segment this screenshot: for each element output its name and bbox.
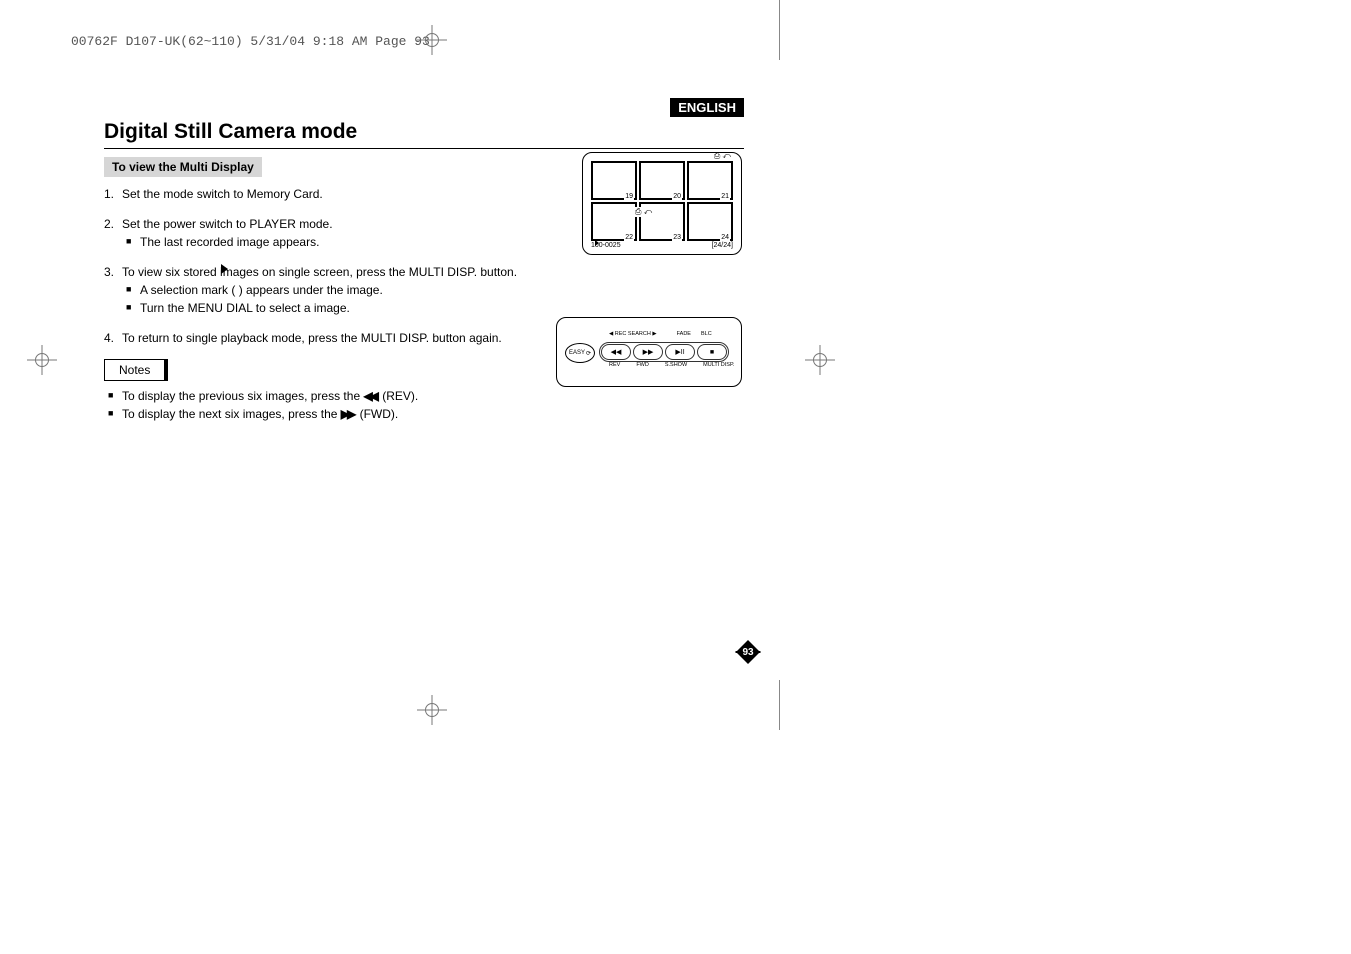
fold-mark [779,0,780,60]
selection-mark-icon [221,260,228,278]
language-badge: ENGLISH [670,98,744,117]
selection-indicator-icon [595,240,599,246]
divider [104,148,744,149]
note-rev: To display the previous six images, pres… [108,387,744,405]
section-subtitle: To view the Multi Display [104,157,262,177]
fold-mark [779,680,780,730]
thumbnail: 20 [639,161,685,200]
thumbnail: 22 [591,202,637,241]
play-pause-button: ▶II [665,344,695,360]
step-3: 3. To view six stored images on single s… [104,263,744,317]
thumbnail: 24 [687,202,733,241]
stop-button: ■ [697,344,727,360]
registration-mark-left [27,345,57,375]
registration-mark-bottom [417,695,447,725]
thumbnail: 19 [591,161,637,200]
note-fwd: To display the next six images, press th… [108,405,744,423]
notes-label: Notes [104,359,168,381]
registration-mark-right [805,345,835,375]
card-icon: ⎙ ⤺ [714,151,731,161]
registration-mark-top [417,25,447,55]
lcd-screen-diagram: ⎙ ⤺ 19 20 21 22 23 24 ⎙ ⤺ 100-0025 [24/2… [582,152,742,255]
rev-button: ◀◀ [601,344,631,360]
forward-icon: ▶▶ [341,405,353,423]
thumbnail: 21 [687,161,733,200]
rewind-icon: ◀◀ [363,387,375,405]
button-panel-diagram: EASY ⟳ ◀ REC SEARCH ▶ FADE BLC ◀◀ ▶▶ ▶II… [556,317,742,387]
image-count: [24/24] [712,242,733,249]
page-title: Digital Still Camera mode [104,120,744,144]
easy-button: EASY ⟳ [565,343,595,363]
card-icon: ⎙ ⤺ [633,207,654,217]
print-header: 00762F D107-UK(62~110) 5/31/04 9:18 AM P… [71,34,430,49]
fwd-button: ▶▶ [633,344,663,360]
page-number: 93 [736,640,760,664]
